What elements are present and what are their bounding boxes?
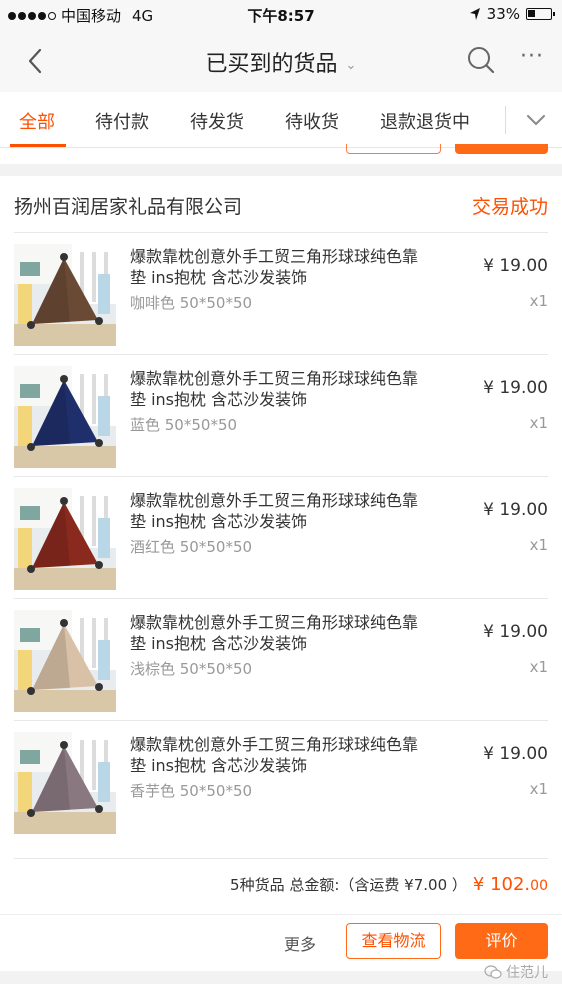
product-item[interactable]: 爆款靠枕创意外手工贸三角形球球纯色靠垫 ins抱枕 含芯沙发装饰 咖啡色 50*… — [0, 232, 562, 354]
product-thumbnail[interactable] — [14, 610, 116, 712]
search-icon[interactable] — [466, 45, 496, 75]
shop-name[interactable]: 扬州百润居家礼品有限公司 — [14, 192, 242, 219]
product-item[interactable]: 爆款靠枕创意外手工贸三角形球球纯色靠垫 ins抱枕 含芯沙发装饰 蓝色 50*5… — [0, 354, 562, 476]
order-actions: 更多 查看物流 评价 — [0, 914, 562, 971]
product-price: ¥ 19.00 — [483, 256, 548, 276]
item-separator — [14, 476, 548, 477]
tab-all[interactable]: 全部 — [19, 108, 55, 134]
wechat-icon — [484, 965, 502, 979]
tab-refund-return[interactable]: 退款退货中 — [380, 108, 470, 134]
watermark-text: 住范儿 — [506, 965, 548, 981]
product-name[interactable]: 爆款靠枕创意外手工贸三角形球球纯色靠垫 ins抱枕 含芯沙发装饰 — [130, 368, 422, 410]
product-item[interactable]: 爆款靠枕创意外手工贸三角形球球纯色靠垫 ins抱枕 含芯沙发装饰 浅棕色 50*… — [0, 598, 562, 720]
shop-header[interactable]: 扬州百润居家礼品有限公司 交易成功 — [0, 176, 562, 232]
order-filter-tabs: 全部 待付款 待发货 待收货 退款退货中 — [0, 92, 562, 148]
product-quantity: x1 — [529, 292, 548, 310]
more-options-icon[interactable]: ··· — [520, 44, 544, 69]
review-button[interactable]: 评价 — [455, 923, 548, 959]
status-bar: 中国移动 4G 下午8:57 33% — [0, 0, 562, 30]
item-separator — [14, 354, 548, 355]
item-separator — [14, 232, 548, 233]
product-sku: 香芋色 50*50*50 — [130, 782, 253, 800]
product-price: ¥ 19.00 — [483, 500, 548, 520]
product-quantity: x1 — [529, 780, 548, 798]
product-name[interactable]: 爆款靠枕创意外手工贸三角形球球纯色靠垫 ins抱枕 含芯沙发装饰 — [130, 490, 422, 532]
product-sku: 咖啡色 50*50*50 — [130, 294, 253, 312]
status-right: 33% — [469, 5, 555, 23]
product-sku: 酒红色 50*50*50 — [130, 538, 253, 556]
previous-order-edge — [0, 144, 562, 164]
product-name[interactable]: 爆款靠枕创意外手工贸三角形球球纯色靠垫 ins抱枕 含芯沙发装饰 — [130, 734, 422, 776]
tab-pending-receipt[interactable]: 待收货 — [285, 108, 339, 134]
navigation-bar: 已买到的货品 ⌄ ··· — [0, 30, 562, 92]
product-price: ¥ 19.00 — [483, 622, 548, 642]
product-price: ¥ 19.00 — [483, 378, 548, 398]
product-thumbnail[interactable] — [14, 488, 116, 590]
product-quantity: x1 — [529, 536, 548, 554]
product-name[interactable]: 爆款靠枕创意外手工贸三角形球球纯色靠垫 ins抱枕 含芯沙发装饰 — [130, 612, 422, 654]
battery-icon — [526, 8, 555, 20]
order-summary: 5种货品 总金额:（含运费 ¥7.00 ） ¥ 102.00 — [0, 858, 562, 914]
product-quantity: x1 — [529, 658, 548, 676]
order-total: ¥ 102.00 — [472, 874, 548, 895]
product-name[interactable]: 爆款靠枕创意外手工贸三角形球球纯色靠垫 ins抱枕 含芯沙发装饰 — [130, 246, 422, 288]
battery-percent: 33% — [486, 5, 520, 23]
item-separator — [14, 598, 548, 599]
watermark: 住范儿 — [484, 962, 548, 982]
order-status: 交易成功 — [471, 196, 548, 218]
product-item[interactable]: 爆款靠枕创意外手工贸三角形球球纯色靠垫 ins抱枕 含芯沙发装饰 酒红色 50*… — [0, 476, 562, 598]
tabs-divider — [505, 106, 506, 134]
tab-pending-payment[interactable]: 待付款 — [95, 108, 149, 134]
more-button[interactable]: 更多 — [284, 931, 316, 955]
item-separator — [14, 720, 548, 721]
location-arrow-icon — [469, 8, 480, 20]
view-logistics-button[interactable]: 查看物流 — [346, 923, 441, 959]
product-quantity: x1 — [529, 414, 548, 432]
previous-order-button-outline[interactable] — [346, 144, 441, 154]
order-card[interactable]: 扬州百润居家礼品有限公司 交易成功 爆款靠枕创意外手工贸三角形球球纯色靠垫 in… — [0, 176, 562, 971]
product-thumbnail[interactable] — [14, 366, 116, 468]
tab-pending-shipment[interactable]: 待发货 — [190, 108, 244, 134]
product-sku: 浅棕色 50*50*50 — [130, 660, 253, 678]
product-price: ¥ 19.00 — [483, 744, 548, 764]
chevron-down-icon: ⌄ — [345, 57, 357, 73]
next-order-edge — [0, 984, 562, 1000]
product-item[interactable]: 爆款靠枕创意外手工贸三角形球球纯色靠垫 ins抱枕 含芯沙发装饰 香芋色 50*… — [0, 720, 562, 842]
chevron-down-icon[interactable] — [522, 106, 550, 134]
summary-text: 5种货品 总金额:（含运费 ¥7.00 ） — [230, 876, 467, 894]
page-title-text: 已买到的货品 — [205, 52, 338, 77]
active-tab-indicator — [10, 144, 66, 147]
previous-order-button-filled[interactable] — [455, 144, 548, 154]
product-sku: 蓝色 50*50*50 — [130, 416, 238, 434]
product-thumbnail[interactable] — [14, 244, 116, 346]
product-thumbnail[interactable] — [14, 732, 116, 834]
